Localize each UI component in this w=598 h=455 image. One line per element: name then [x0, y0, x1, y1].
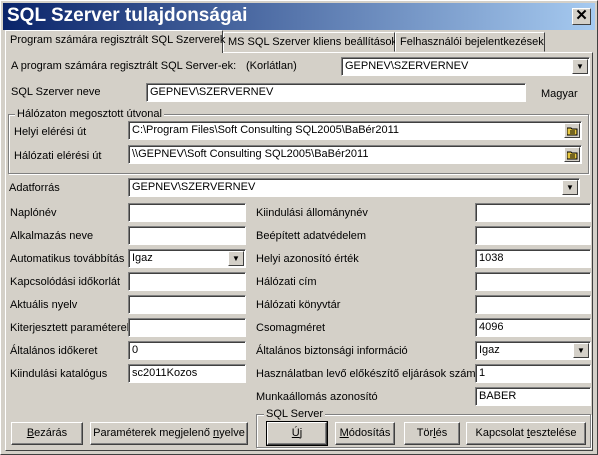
- tab-label: Program számára regisztrált SQL Szervere…: [10, 34, 226, 46]
- field-value: 1: [479, 367, 486, 379]
- packet-size-input[interactable]: 4096: [475, 318, 591, 337]
- tab-label: Felhasználói bejelentkezések: [400, 36, 544, 48]
- network-library-input[interactable]: [475, 295, 591, 314]
- registered-servers-select[interactable]: GEPNEV\SZERVERNEV ▼: [341, 57, 590, 76]
- local-path-label: Helyi elérési út: [14, 126, 87, 138]
- datasource-label: Adatforrás: [9, 182, 60, 194]
- general-timeout-label: Általános időkeret: [10, 345, 98, 357]
- chevron-down-icon[interactable]: ▼: [228, 251, 244, 266]
- log-name-input[interactable]: [128, 203, 246, 222]
- integrated-security-input[interactable]: [475, 226, 591, 245]
- auto-translate-label: Automatikus továbbítás: [10, 253, 125, 265]
- datasource-value: GEPNEV\SZERVERNEV: [132, 181, 256, 193]
- initial-filename-input[interactable]: [475, 203, 591, 222]
- field-value: Igaz: [132, 252, 153, 264]
- properties-window: SQL Szerver tulajdonságai ✕ Program szám…: [0, 0, 598, 455]
- app-name-label: Alkalmazás neve: [10, 230, 94, 242]
- network-address-input[interactable]: [475, 272, 591, 291]
- close-button[interactable]: Bezárás: [11, 422, 83, 445]
- workstation-id-input[interactable]: BABER: [475, 387, 591, 406]
- extended-params-input[interactable]: [128, 318, 246, 337]
- packet-size-label: Csomagméret: [256, 322, 326, 334]
- general-timeout-input[interactable]: 0: [128, 341, 246, 360]
- initial-catalog-input[interactable]: sc2011Kozos: [128, 364, 246, 383]
- modify-button[interactable]: Módosítás: [335, 422, 395, 445]
- btn-accel: M: [339, 427, 349, 439]
- btn-text: Tör: [416, 427, 434, 439]
- registered-servers-label: A program számára regisztrált SQL Server…: [11, 60, 237, 72]
- field-value: BABER: [479, 390, 517, 402]
- integrated-security-label: Beépített adatvédelem: [256, 230, 367, 242]
- btn-text: j: [299, 427, 303, 439]
- folder-icon[interactable]: [564, 147, 580, 162]
- language-label: Magyar: [541, 88, 578, 100]
- local-path-input[interactable]: C:\Program Files\Soft Consulting SQL2005…: [128, 121, 582, 140]
- connect-timeout-input[interactable]: [128, 272, 246, 291]
- auto-translate-select[interactable]: Igaz ▼: [128, 249, 246, 268]
- tab-client-settings[interactable]: MS SQL Szerver kliens beállítások: [223, 32, 397, 52]
- extended-params-label: Kiterjesztett paraméterek: [10, 322, 133, 334]
- current-language-input[interactable]: [128, 295, 246, 314]
- btn-text: Paraméterek megjelenő: [93, 427, 214, 439]
- server-name-input[interactable]: GEPNEV\SZERVERNEV: [146, 83, 526, 102]
- field-value: Igaz: [479, 344, 500, 356]
- btn-text: Kapcsolat: [475, 427, 527, 439]
- network-path-input[interactable]: \\GEPNEV\Soft Consulting SQL2005\BaBér20…: [128, 145, 582, 164]
- field-value: 1038: [479, 252, 504, 264]
- network-path-value: \\GEPNEV\Soft Consulting SQL2005\BaBér20…: [132, 148, 369, 160]
- chevron-down-icon[interactable]: ▼: [572, 59, 588, 74]
- field-value: 4096: [479, 321, 504, 333]
- current-language-label: Aktuális nyelv: [10, 299, 78, 311]
- network-library-label: Hálózati könyvtár: [256, 299, 341, 311]
- network-path-group-title: Hálózaton megosztott útvonal: [15, 108, 164, 120]
- btn-text: esztelése: [529, 427, 577, 439]
- locale-id-input[interactable]: 1038: [475, 249, 591, 268]
- window-title: SQL Szerver tulajdonságai: [7, 5, 248, 26]
- app-name-input[interactable]: [128, 226, 246, 245]
- delete-button[interactable]: Törlés: [404, 422, 460, 445]
- registered-servers-value: GEPNEV\SZERVERNEV: [345, 60, 469, 72]
- locale-id-label: Helyi azonosító érték: [256, 253, 359, 265]
- new-button[interactable]: Új: [266, 421, 328, 446]
- field-value: 0: [132, 344, 139, 356]
- server-name-value: GEPNEV\SZERVERNEV: [150, 86, 274, 98]
- network-address-label: Hálózati cím: [256, 276, 317, 288]
- tab-user-logins[interactable]: Felhasználói bejelentkezések: [395, 32, 545, 52]
- persist-security-label: Általános biztonsági információ: [256, 345, 408, 357]
- workstation-id-label: Munkaállomás azonosító: [256, 391, 378, 403]
- prepared-procedures-input[interactable]: 1: [475, 364, 591, 383]
- server-name-label: SQL Szerver neve: [11, 86, 101, 98]
- initial-filename-label: Kiindulási állománynév: [256, 207, 368, 219]
- btn-text: ezárás: [34, 427, 68, 439]
- initial-catalog-label: Kiindulási katalógus: [10, 368, 108, 380]
- btn-accel: Ú: [291, 427, 300, 439]
- tab-label: MS SQL Szerver kliens beállítások: [228, 36, 397, 48]
- connect-timeout-label: Kapcsolódási időkorlát: [10, 276, 121, 288]
- network-path-label: Hálózati elérési út: [14, 150, 102, 162]
- tab-registered-servers[interactable]: Program számára regisztrált SQL Szervere…: [5, 30, 226, 53]
- prepared-procedures-label: Használatban levő előkészítő eljárások s…: [256, 368, 482, 380]
- registered-limit-label: (Korlátlan): [246, 60, 297, 72]
- log-name-label: Naplónév: [10, 207, 57, 219]
- btn-text: és: [435, 427, 448, 439]
- title-bar: SQL Szerver tulajdonságai ✕: [3, 3, 595, 30]
- persist-security-select[interactable]: Igaz ▼: [475, 341, 591, 360]
- chevron-down-icon[interactable]: ▼: [573, 343, 589, 358]
- sql-server-group-title: SQL Server: [264, 408, 326, 420]
- btn-text: ódosítás: [348, 427, 391, 439]
- chevron-down-icon[interactable]: ▼: [562, 180, 578, 195]
- close-icon[interactable]: ✕: [572, 8, 591, 25]
- test-connection-button[interactable]: Kapcsolat tesztelése: [466, 422, 586, 445]
- datasource-select[interactable]: GEPNEV\SZERVERNEV ▼: [128, 178, 580, 197]
- folder-icon[interactable]: [564, 123, 580, 138]
- field-value: sc2011Kozos: [132, 367, 198, 379]
- parameter-language-button[interactable]: Paraméterek megjelenő nyelve: [90, 422, 248, 445]
- btn-text: yelve: [219, 427, 245, 439]
- local-path-value: C:\Program Files\Soft Consulting SQL2005…: [132, 124, 399, 136]
